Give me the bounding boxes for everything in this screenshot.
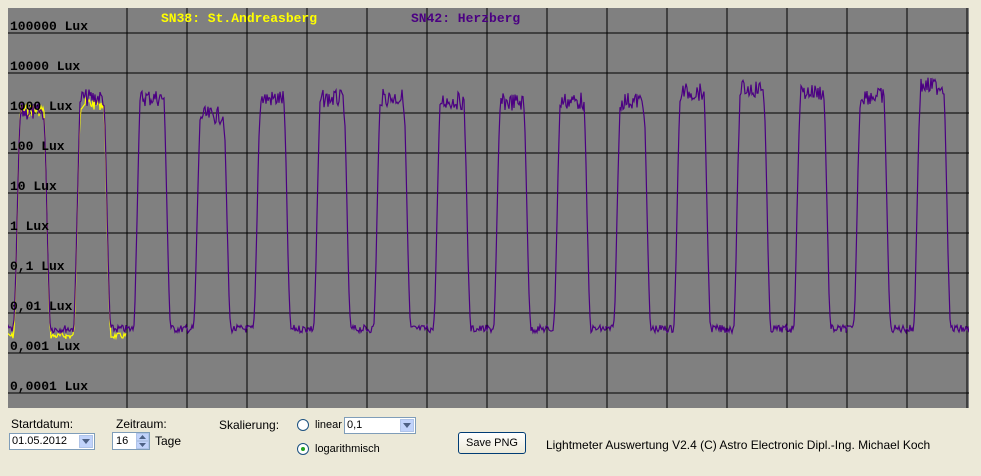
- spin-down-icon[interactable]: [136, 441, 149, 449]
- y-tick-label: 100 Lux: [10, 139, 65, 154]
- zeitraum-value: 16: [116, 435, 129, 447]
- y-tick-label: 0,1 Lux: [10, 259, 65, 274]
- startdatum-picker[interactable]: 01.05.2012: [9, 433, 95, 450]
- chevron-down-icon[interactable]: [400, 419, 414, 432]
- y-tick-label: 0,0001 Lux: [10, 379, 89, 394]
- skalierung-label: Skalierung:: [219, 418, 280, 432]
- y-tick-label: 1000 Lux: [10, 99, 73, 114]
- spin-up-icon[interactable]: [136, 433, 149, 441]
- startdatum-value: 01.05.2012: [12, 435, 68, 447]
- lux-chart: SN38: St.Andreasberg SN42: Herzberg 1000…: [8, 8, 969, 408]
- y-tick-label: 0,001 Lux: [10, 339, 81, 354]
- linear-scale-value: 0,1: [347, 419, 363, 431]
- linear-radio[interactable]: [297, 419, 309, 431]
- zeitraum-unit: Tage: [155, 434, 182, 448]
- startdatum-label: Startdatum:: [11, 417, 74, 431]
- y-tick-label: 1 Lux: [10, 219, 50, 234]
- legend-series-2: SN42: Herzberg: [411, 11, 521, 26]
- chevron-down-icon[interactable]: [79, 435, 93, 448]
- lux-chart-svg: [8, 8, 969, 408]
- legend-series-1: SN38: St.Andreasberg: [161, 11, 318, 26]
- series-line-2: [8, 77, 969, 336]
- linear-scale-select[interactable]: 0,1: [344, 417, 416, 434]
- y-tick-label: 10 Lux: [10, 179, 57, 194]
- y-tick-label: 100000 Lux: [10, 19, 89, 34]
- save-png-button[interactable]: Save PNG: [458, 432, 526, 454]
- y-tick-label: 10000 Lux: [10, 59, 81, 74]
- y-tick-label: 0,01 Lux: [10, 299, 73, 314]
- log-radio[interactable]: [297, 443, 309, 455]
- zeitraum-label: Zeitraum:: [116, 417, 167, 431]
- zeitraum-stepper[interactable]: 16: [112, 432, 150, 450]
- credits-text: Lightmeter Auswertung V2.4 (C) Astro Ele…: [546, 438, 931, 452]
- linear-label: linear: [315, 419, 342, 431]
- log-label: logarithmisch: [315, 443, 380, 455]
